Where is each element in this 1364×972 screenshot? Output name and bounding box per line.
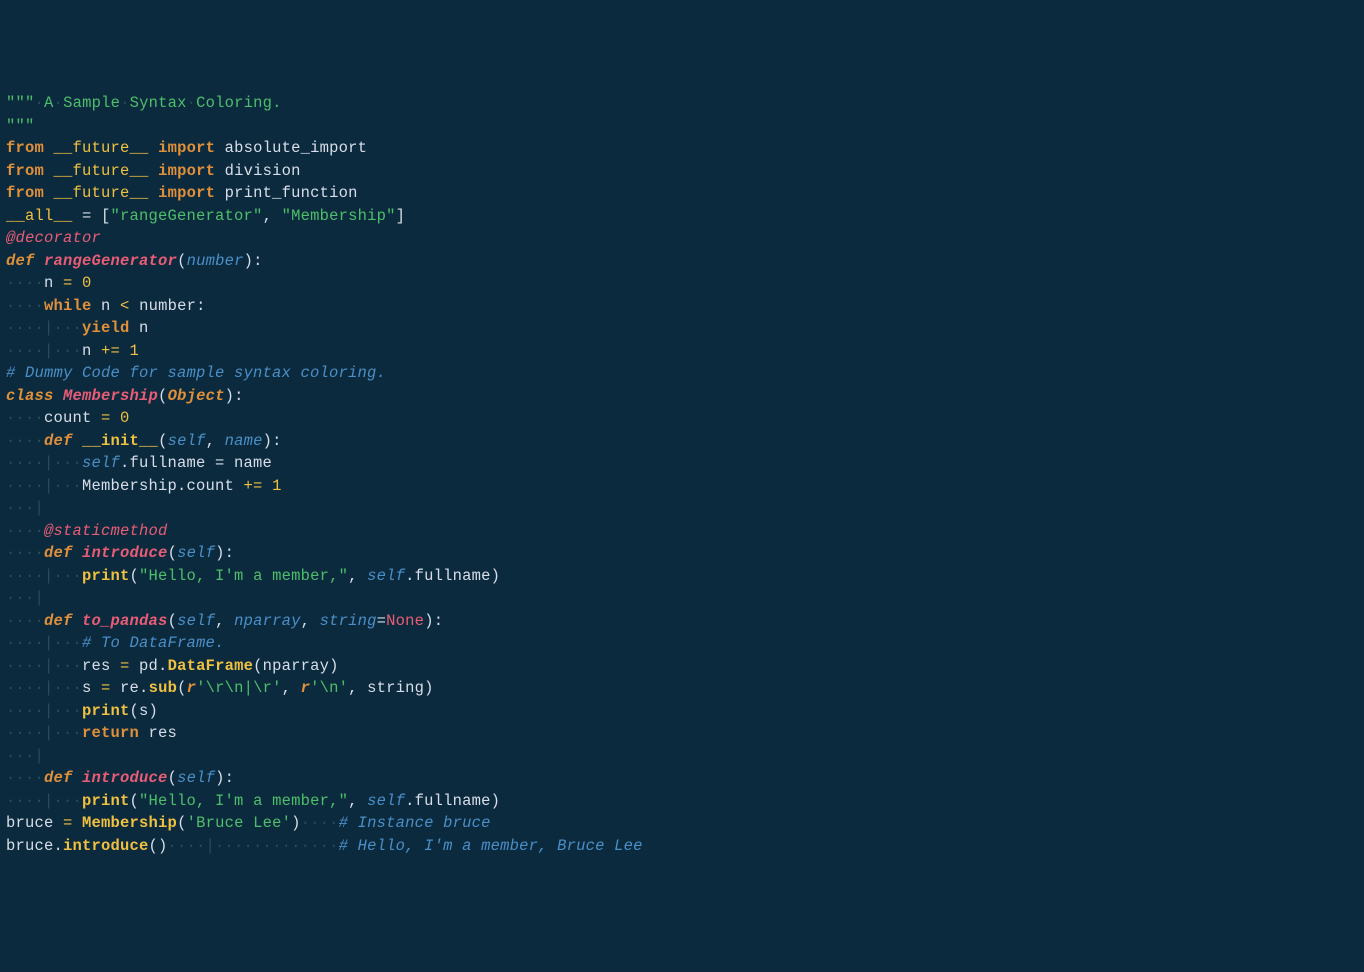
code-line[interactable]: ····|···print("Hello, I'm a member,", se…: [6, 565, 1358, 588]
code-line[interactable]: ····|···print(s): [6, 700, 1358, 723]
code-line[interactable]: """·A·Sample·Syntax·Coloring.: [6, 92, 1358, 115]
code-line[interactable]: ····|···return res: [6, 722, 1358, 745]
code-line[interactable]: ····|···n += 1: [6, 340, 1358, 363]
code-line[interactable]: ····n = 0: [6, 272, 1358, 295]
code-line[interactable]: __all__ = ["rangeGenerator", "Membership…: [6, 205, 1358, 228]
code-line[interactable]: ····def introduce(self):: [6, 767, 1358, 790]
code-line[interactable]: ···|: [6, 587, 1358, 610]
code-line[interactable]: ····@staticmethod: [6, 520, 1358, 543]
code-line[interactable]: ····|···s = re.sub(r'\r\n|\r', r'\n', st…: [6, 677, 1358, 700]
code-line[interactable]: ····|···res = pd.DataFrame(nparray): [6, 655, 1358, 678]
code-line[interactable]: ····def introduce(self):: [6, 542, 1358, 565]
code-line[interactable]: ····|···# To DataFrame.: [6, 632, 1358, 655]
code-line[interactable]: # Dummy Code for sample syntax coloring.: [6, 362, 1358, 385]
code-line[interactable]: ····|···self.fullname = name: [6, 452, 1358, 475]
code-line[interactable]: from __future__ import division: [6, 160, 1358, 183]
code-line[interactable]: ····while n < number:: [6, 295, 1358, 318]
code-editor-view[interactable]: """·A·Sample·Syntax·Coloring."""from __f…: [6, 92, 1358, 857]
code-line[interactable]: """: [6, 115, 1358, 138]
code-line[interactable]: from __future__ import absolute_import: [6, 137, 1358, 160]
code-line[interactable]: ····|···yield n: [6, 317, 1358, 340]
code-line[interactable]: ···|: [6, 745, 1358, 768]
code-line[interactable]: ····def to_pandas(self, nparray, string=…: [6, 610, 1358, 633]
code-line[interactable]: bruce = Membership('Bruce Lee')····# Ins…: [6, 812, 1358, 835]
code-line[interactable]: ···|: [6, 497, 1358, 520]
code-line[interactable]: class Membership(Object):: [6, 385, 1358, 408]
code-line[interactable]: ····def __init__(self, name):: [6, 430, 1358, 453]
code-line[interactable]: def rangeGenerator(number):: [6, 250, 1358, 273]
code-line[interactable]: @decorator: [6, 227, 1358, 250]
code-line[interactable]: from __future__ import print_function: [6, 182, 1358, 205]
code-line[interactable]: ····|···print("Hello, I'm a member,", se…: [6, 790, 1358, 813]
code-line[interactable]: bruce.introduce()····|·············# Hel…: [6, 835, 1358, 858]
code-line[interactable]: ····count = 0: [6, 407, 1358, 430]
code-line[interactable]: ····|···Membership.count += 1: [6, 475, 1358, 498]
